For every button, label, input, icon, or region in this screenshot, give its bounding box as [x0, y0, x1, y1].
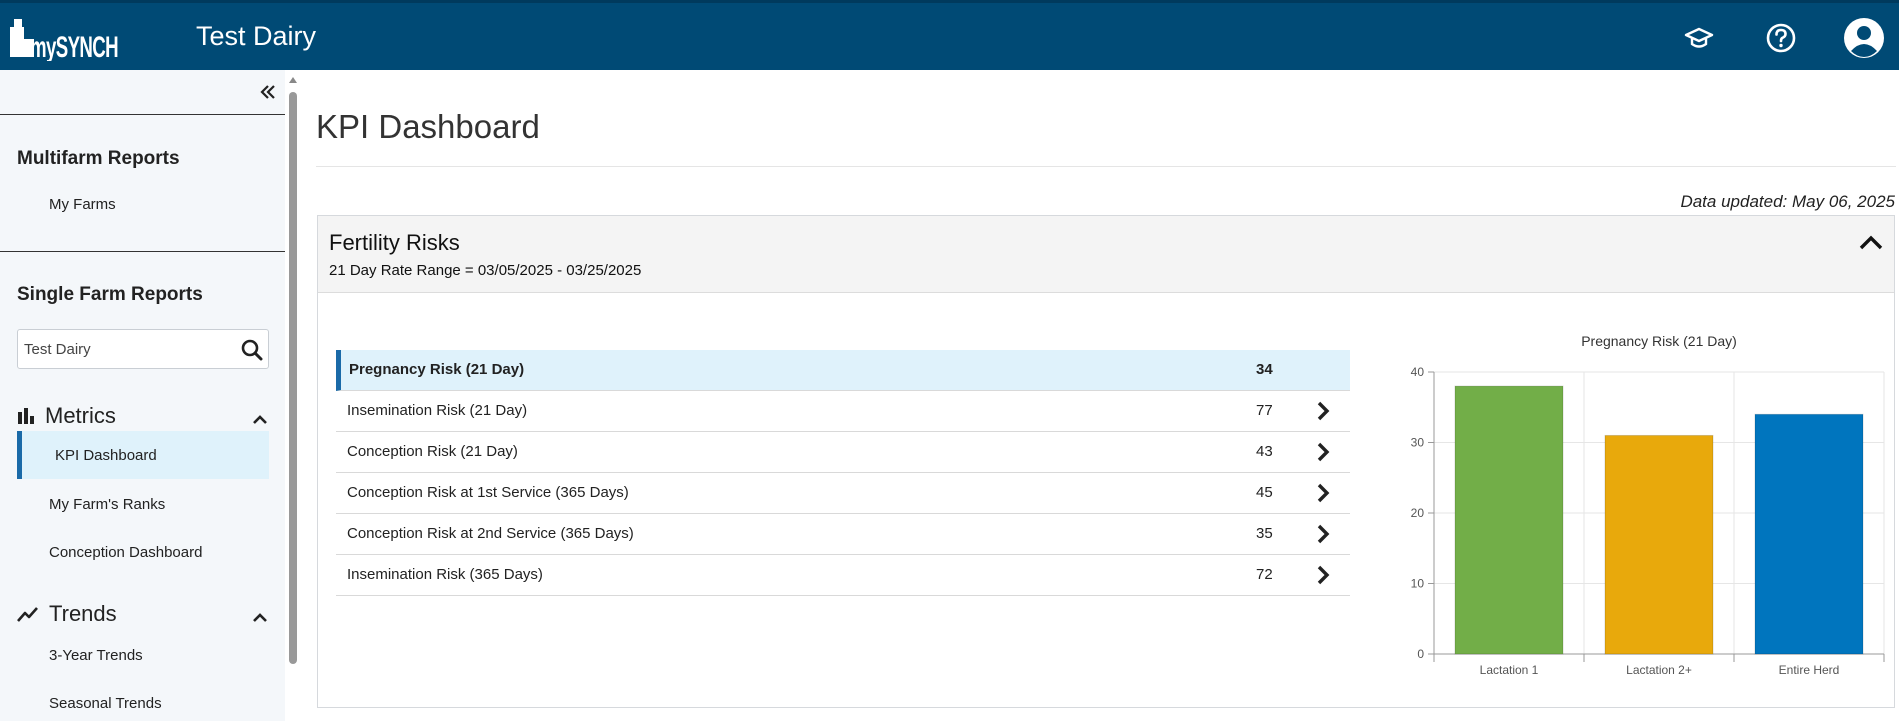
logo-text: mySYNCH [30, 31, 118, 61]
sidebar-scrollbar[interactable] [286, 70, 300, 721]
x-tick-label: Lactation 2+ [1626, 663, 1692, 677]
sidebar-item-my-farms-ranks[interactable]: My Farm's Ranks [49, 496, 165, 513]
bar [1454, 385, 1564, 655]
kpi-row[interactable]: Conception Risk at 1st Service (365 Days… [336, 473, 1350, 514]
search-icon[interactable] [240, 338, 264, 362]
kpi-label: Insemination Risk (365 Days) [347, 566, 543, 583]
trends-group-label: Trends [49, 601, 117, 626]
bar [1754, 413, 1864, 655]
chevron-up-icon[interactable] [252, 412, 268, 428]
kpi-value: 43 [1256, 443, 1273, 460]
data-updated-text: Data updated: May 06, 2025 [1680, 192, 1895, 211]
panel-header[interactable]: Fertility Risks 21 Day Rate Range = 03/0… [318, 216, 1894, 293]
farm-search-box [17, 329, 269, 369]
user-icon [1844, 18, 1884, 58]
y-tick-label: 0 [1417, 647, 1424, 661]
user-menu-button[interactable] [1843, 17, 1885, 59]
kpi-label: Conception Risk (21 Day) [347, 443, 518, 460]
kpi-value: 72 [1256, 566, 1273, 583]
help-icon [1766, 23, 1796, 53]
chevron-up-icon[interactable] [252, 610, 268, 626]
sidebar-item-3-year-trends[interactable]: 3-Year Trends [49, 647, 143, 664]
divider [0, 251, 285, 252]
sidebar-item-seasonal-trends[interactable]: Seasonal Trends [49, 695, 162, 712]
multifarm-reports-heading: Multifarm Reports [17, 148, 180, 169]
farm-search-input[interactable] [24, 339, 234, 359]
kpi-label: Pregnancy Risk (21 Day) [349, 361, 525, 378]
x-tick-label: Entire Herd [1779, 663, 1840, 677]
y-tick-label: 20 [1411, 506, 1425, 520]
chevron-right-icon[interactable] [1313, 524, 1333, 544]
bar [1604, 434, 1714, 655]
kpi-label: Conception Risk at 1st Service (365 Days… [347, 484, 629, 501]
y-tick-label: 40 [1411, 365, 1425, 379]
kpi-row[interactable]: Conception Risk (21 Day) 43 [336, 432, 1350, 473]
panel-date-range: 21 Day Rate Range = 03/05/2025 - 03/25/2… [329, 262, 642, 279]
scroll-up-arrow[interactable] [289, 77, 297, 83]
chart-title: Pregnancy Risk (21 Day) [1581, 333, 1737, 349]
scrollbar-thumb[interactable] [289, 92, 297, 664]
bar-chart-icon [18, 408, 34, 424]
sidebar-item-kpi-dashboard[interactable]: KPI Dashboard [55, 447, 157, 464]
chevron-right-icon[interactable] [1313, 401, 1333, 421]
pregnancy-risk-bar-chart: Pregnancy Risk (21 Day) 0 10 20 30 40 Lactatio… [1411, 333, 1885, 677]
chevron-right-icon[interactable] [1313, 442, 1333, 462]
y-tick-label: 10 [1411, 577, 1425, 591]
single-farm-reports-heading: Single Farm Reports [17, 284, 203, 305]
top-bar: mySYNCH Test Dairy [0, 0, 1899, 70]
sidebar-item-my-farms[interactable]: My Farms [49, 196, 116, 213]
divider [0, 114, 285, 115]
kpi-row[interactable]: Insemination Risk (21 Day) 77 [336, 391, 1350, 432]
trend-line-icon [17, 607, 38, 622]
divider [316, 166, 1896, 167]
training-button[interactable] [1680, 19, 1718, 57]
kpi-row[interactable]: Pregnancy Risk (21 Day) 34 [336, 350, 1350, 391]
kpi-value: 77 [1256, 402, 1273, 419]
chevron-right-icon[interactable] [1313, 483, 1333, 503]
sidebar: Multifarm Reports My Farms Single Farm R… [0, 70, 285, 721]
kpi-label: Conception Risk at 2nd Service (365 Days… [347, 525, 634, 542]
graduation-cap-icon [1684, 27, 1714, 48]
chevron-right-icon[interactable] [1313, 565, 1333, 585]
metrics-group-toggle[interactable]: Metrics [17, 403, 116, 429]
trends-group-toggle[interactable]: Trends [17, 601, 117, 627]
kpi-value: 34 [1256, 361, 1273, 378]
kpi-row[interactable]: Insemination Risk (365 Days) 72 [336, 555, 1350, 596]
kpi-label: Insemination Risk (21 Day) [347, 402, 528, 419]
page-title: KPI Dashboard [316, 108, 540, 145]
mysynch-logo[interactable]: mySYNCH [10, 17, 120, 61]
farm-name-title: Test Dairy [196, 21, 317, 51]
help-button[interactable] [1762, 19, 1800, 57]
kpi-row[interactable]: Conception Risk at 2nd Service (365 Days… [336, 514, 1350, 555]
sidebar-item-conception-dashboard[interactable]: Conception Dashboard [49, 544, 202, 561]
kpi-value: 35 [1256, 525, 1273, 542]
chevron-up-icon[interactable] [1858, 232, 1884, 254]
metrics-group-label: Metrics [45, 403, 116, 428]
panel-title: Fertility Risks [329, 230, 460, 255]
collapse-sidebar-icon[interactable] [258, 82, 278, 102]
fertility-risks-panel: Fertility Risks 21 Day Rate Range = 03/0… [317, 215, 1895, 708]
x-tick-label: Lactation 1 [1480, 663, 1539, 677]
kpi-value: 45 [1256, 484, 1273, 501]
y-tick-label: 30 [1411, 436, 1425, 450]
